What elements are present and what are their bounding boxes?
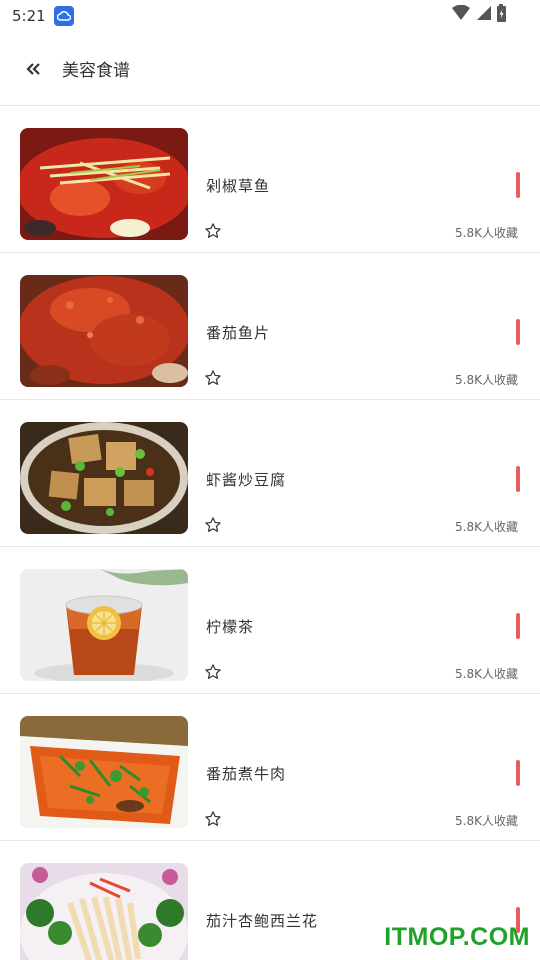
signal-icon — [477, 6, 491, 20]
star-icon[interactable] — [204, 222, 222, 240]
battery-icon — [497, 4, 506, 22]
watermark: ITMOP.COM — [384, 923, 530, 951]
accent-bar — [516, 613, 520, 639]
favorite-count: 5.8K人收藏 — [455, 373, 518, 387]
app-header: 美容食谱 — [0, 32, 540, 106]
recipe-title: 番茄煮牛肉 — [206, 765, 287, 783]
recipe-title: 剁椒草鱼 — [206, 177, 271, 195]
recipe-image — [20, 863, 188, 960]
favorite-count: 5.8K人收藏 — [455, 814, 518, 828]
recipe-image — [20, 128, 188, 240]
accent-bar — [516, 319, 520, 345]
back-button[interactable] — [12, 47, 56, 91]
recipe-item[interactable]: 虾酱炒豆腐 5.8K人收藏 — [0, 400, 540, 547]
recipe-item[interactable]: 柠檬茶 5.8K人收藏 — [0, 547, 540, 694]
star-icon[interactable] — [204, 810, 222, 828]
recipe-item[interactable]: 剁椒草鱼 5.8K人收藏 — [0, 106, 540, 253]
status-bar: 5:21 — [0, 0, 540, 32]
star-icon[interactable] — [204, 663, 222, 681]
accent-bar — [516, 172, 520, 198]
favorite-count: 5.8K人收藏 — [455, 520, 518, 534]
star-icon[interactable] — [204, 516, 222, 534]
recipe-title: 茄汁杏鲍西兰花 — [206, 912, 319, 930]
recipe-title: 柠檬茶 — [206, 618, 255, 636]
wifi-icon — [452, 5, 470, 20]
recipe-image — [20, 569, 188, 681]
recipe-title: 番茄鱼片 — [206, 324, 271, 342]
recipe-image — [20, 422, 188, 534]
favorite-count: 5.8K人收藏 — [455, 226, 518, 240]
recipe-item[interactable]: 番茄鱼片 5.8K人收藏 — [0, 253, 540, 400]
cloud-icon — [53, 6, 74, 26]
status-time: 5:21 — [12, 7, 46, 25]
favorite-count: 5.8K人收藏 — [455, 667, 518, 681]
star-icon[interactable] — [204, 369, 222, 387]
recipe-list: 剁椒草鱼 5.8K人收藏 番茄鱼片 5.8K人收藏 虾酱炒豆腐 5.8K人收藏 … — [0, 106, 540, 960]
page-title: 美容食谱 — [62, 61, 130, 81]
recipe-image — [20, 716, 188, 828]
recipe-item[interactable]: 番茄煮牛肉 5.8K人收藏 — [0, 694, 540, 841]
recipe-image — [20, 275, 188, 387]
accent-bar — [516, 466, 520, 492]
double-chevron-left-icon — [26, 62, 40, 75]
accent-bar — [516, 760, 520, 786]
recipe-title: 虾酱炒豆腐 — [206, 471, 287, 489]
